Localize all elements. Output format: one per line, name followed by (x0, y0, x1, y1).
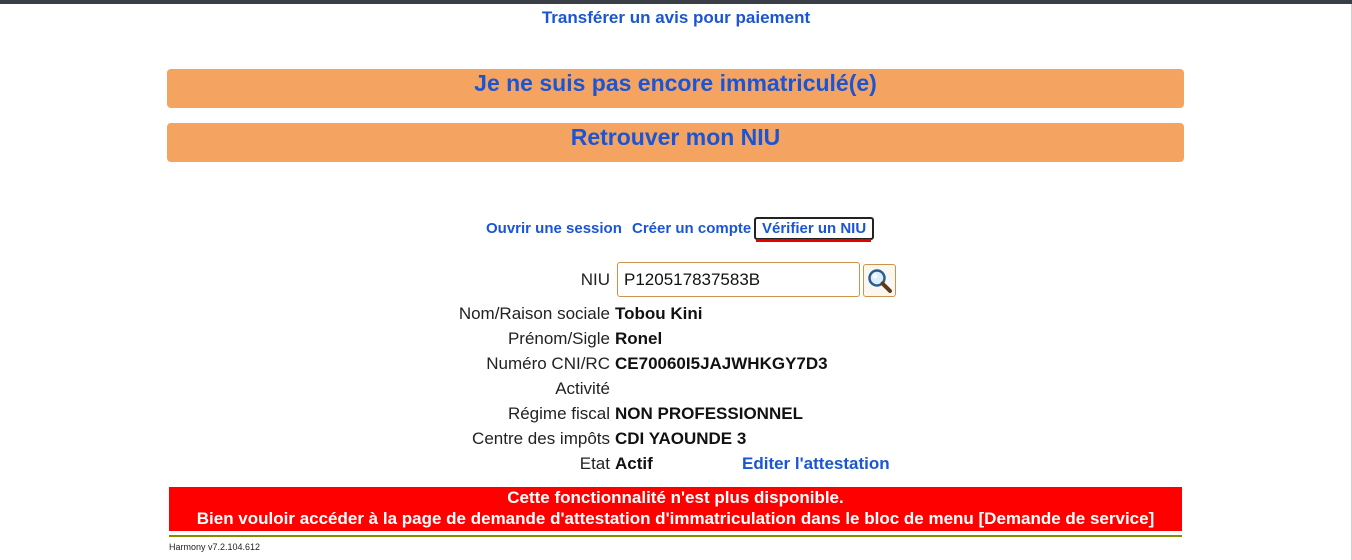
niu-label: NIU (580, 270, 610, 289)
not-registered-button[interactable]: Je ne suis pas encore immatriculé(e) (167, 69, 1184, 108)
field-value: CDI YAOUNDE 3 (615, 429, 747, 448)
find-niu-button[interactable]: Retrouver mon NIU (167, 123, 1184, 162)
field-label: Numéro CNI/RC (486, 354, 610, 373)
detail-row-regime: Régime fiscal NON PROFESSIONNEL (0, 404, 1352, 429)
status-value: Actif (615, 454, 653, 473)
tab-create-account[interactable]: Créer un compte (632, 220, 751, 237)
window-top-border (0, 0, 1352, 4)
footer-divider (169, 535, 1182, 537)
detail-row-name: Nom/Raison sociale Tobou Kini (0, 304, 1352, 329)
field-value: Tobou Kini (615, 304, 703, 323)
field-label: Etat (579, 454, 610, 473)
detail-row-tax-center: Centre des impôts CDI YAOUNDE 3 (0, 429, 1352, 454)
field-value: NON PROFESSIONNEL (615, 404, 803, 423)
active-tab-indicator (756, 239, 871, 242)
field-label: Centre des impôts (472, 429, 610, 448)
detail-row-status: Etat Actif Editer l'attestation (0, 454, 1352, 479)
version-footer: Harmony v7.2.104.612 (169, 542, 261, 552)
field-value: Ronel (615, 329, 663, 348)
edit-certificate-link[interactable]: Editer l'attestation (742, 454, 890, 474)
search-button[interactable] (863, 264, 896, 297)
field-value: CE70060I5JAJWHKGY7D3 (615, 354, 828, 373)
field-label: Nom/Raison sociale (458, 304, 610, 323)
field-label: Activité (555, 379, 610, 398)
unavailable-alert: Cette fonctionnalité n'est plus disponib… (169, 487, 1182, 531)
detail-row-activity: Activité (0, 379, 1352, 404)
tab-verify-niu[interactable]: Vérifier un NIU (754, 217, 875, 240)
detail-row-firstname: Prénom/Sigle Ronel (0, 329, 1352, 354)
niu-input[interactable] (617, 262, 860, 297)
transfer-notice-link[interactable]: Transférer un avis pour paiement (0, 8, 1352, 28)
magnifier-icon (868, 269, 892, 293)
alert-line-1: Cette fonctionnalité n'est plus disponib… (507, 488, 844, 507)
tab-login[interactable]: Ouvrir une session (486, 220, 622, 237)
auth-tabs: Ouvrir une session Créer un compte Vérif… (0, 217, 1352, 242)
field-label: Prénom/Sigle (507, 329, 610, 348)
field-label: Régime fiscal (507, 404, 610, 423)
detail-row-cni: Numéro CNI/RC CE70060I5JAJWHKGY7D3 (0, 354, 1352, 379)
alert-line-2: Bien vouloir accéder à la page de demand… (196, 509, 1155, 528)
